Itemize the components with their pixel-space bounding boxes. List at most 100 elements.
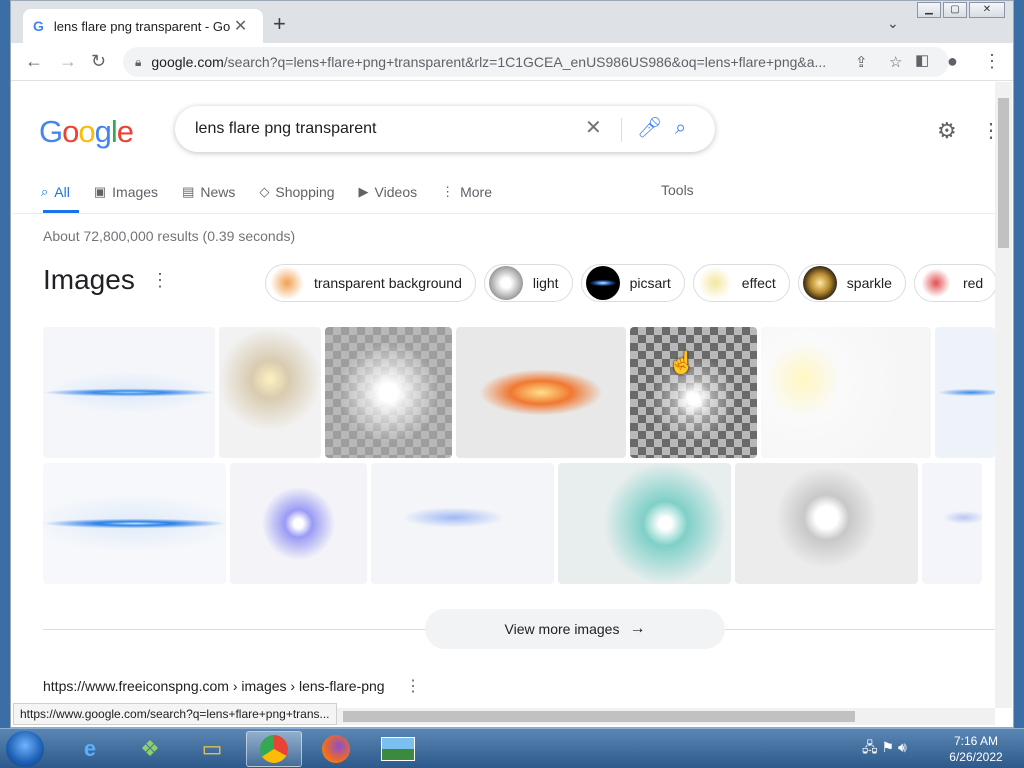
internet-explorer-icon[interactable]: e [62,731,118,767]
image-row [43,327,995,458]
search-input[interactable]: lens flare png transparent [195,120,573,138]
bookmark-star-icon[interactable]: ☆ [889,53,902,71]
chip-light[interactable]: light [483,264,573,302]
arrow-right-icon: → [629,620,646,637]
chrome-logo-icon [260,735,288,763]
status-bubble: https://www.google.com/search?q=lens+fla… [13,703,337,725]
flare-glow [325,327,452,458]
tab-label: Videos [374,184,418,200]
microphone-icon[interactable]: 🎤︎ [637,118,662,138]
chip-effect[interactable]: effect [692,264,790,302]
image-thumbnail[interactable] [761,327,931,458]
chip-label: effect [741,275,776,291]
minimize-button[interactable]: ▁ [917,2,941,18]
browser-window: G lens flare png transparent - Goog ✕ + … [10,0,1014,728]
side-panel-icon[interactable]: ◧ [915,51,929,71]
close-tab-icon[interactable]: ✕ [234,16,247,36]
chrome-menu-icon[interactable]: ⋮ [983,51,1001,71]
windows-taskbar: e ❖ ▭ 🖧 ⚑ 🔊︎ 7:16 AM 6/26/2022 [0,728,1024,768]
clear-search-icon[interactable]: ✕ [585,118,602,138]
image-thumbnail[interactable] [630,327,757,458]
lock-icon[interactable]: 🔒︎ [135,55,141,70]
tab-videos[interactable]: ▶ Videos [359,180,418,204]
result-cite[interactable]: https://www.freeiconspng.com › images › … [43,678,385,694]
chip-label: light [532,275,559,291]
logo-letter: G [39,114,63,149]
chip-sparkle[interactable]: sparkle [797,264,906,302]
view-more-images-button[interactable]: View more images → [425,609,725,649]
apps-menu-icon[interactable]: ⋮ [981,118,995,143]
image-thumbnail[interactable] [325,327,452,458]
image-thumbnail[interactable] [735,463,918,584]
tab-shopping[interactable]: ◇ Shopping [259,180,334,204]
back-arrow-icon[interactable]: ← [25,51,43,71]
image-thumbnail[interactable] [558,463,731,584]
taskbar-clock[interactable]: 7:16 AM 6/26/2022 [936,733,1016,765]
forward-arrow-icon[interactable]: → [59,51,77,71]
search-tabs: ⌕ All ▣ Images ▤ News ◇ Shopping ▶ Videos ⋮ Mo… [41,180,516,214]
tab-more[interactable]: ⋮ More [441,180,492,204]
chip-thumbnail [802,266,837,300]
chip-label: transparent background [314,275,462,291]
chip-label: sparkle [846,275,892,291]
image-thumbnail[interactable] [230,463,367,584]
tab-label: Images [112,184,159,200]
logo-letter: e [116,114,134,149]
chip-thumbnail [697,266,732,300]
tab-all[interactable]: ⌕ All [41,180,70,204]
address-bar[interactable]: 🔒︎ google.com/search?q=lens+flare+png+tr… [123,47,949,77]
vertical-scrollbar[interactable] [995,82,1012,708]
chip-picsart[interactable]: picsart [580,264,685,302]
result-options-icon[interactable]: ⋮ [405,676,421,696]
search-box[interactable]: lens flare png transparent ✕ 🎤︎ ⌕ [175,106,715,152]
action-center-flag-icon[interactable]: ⚑ [882,739,895,755]
logo-letter: o [62,114,79,149]
url-text[interactable]: google.com/search?q=lens+flare+png+trans… [151,54,831,70]
chip-label: picsart [629,275,671,291]
reload-icon[interactable]: ↻ [91,51,106,71]
horizontal-scroll-thumb[interactable] [343,711,855,722]
google-logo[interactable]: Google [39,114,134,150]
chip-red[interactable]: red [913,264,995,302]
close-window-button[interactable]: ✕ [969,2,1005,18]
image-thumbnail[interactable] [43,327,215,458]
firefox-icon[interactable] [308,731,364,767]
flare-glow [630,327,757,458]
tab-title: lens flare png transparent - Goog [53,18,230,34]
chip-transparent-background[interactable]: transparent background [265,264,476,302]
tab-search-chevron-icon[interactable]: ⌄ [887,15,899,32]
share-icon[interactable]: ⇪ [855,53,868,71]
browser-tab[interactable]: G lens flare png transparent - Goog ✕ [23,9,263,43]
search-divider [621,118,622,142]
file-explorer-icon[interactable]: ▭ [184,731,240,767]
image-thumbnail[interactable] [456,327,626,458]
new-tab-button[interactable]: + [273,13,286,35]
settings-gear-icon[interactable]: ⚙ [937,118,957,144]
maximize-button[interactable]: ▢ [943,2,967,18]
vertical-scroll-thumb[interactable] [998,98,1009,248]
start-button[interactable] [6,731,44,767]
search-icon[interactable]: ⌕ [675,118,686,138]
chip-thumbnail [270,266,304,300]
image-thumbnail[interactable] [43,463,226,584]
tab-news[interactable]: ▤ News [182,180,235,204]
hand-cursor-icon: ☝ [668,350,696,375]
control-panel-icon[interactable]: ❖ [122,731,178,767]
system-tray: 🖧 ⚑ 🔊︎ [862,737,907,761]
profile-avatar-icon[interactable]: ● [947,51,958,71]
tab-label: Shopping [275,184,335,200]
images-more-options-icon[interactable]: ⋮ [151,270,169,291]
chrome-taskbar-icon[interactable] [246,731,302,767]
tools-button[interactable]: Tools [661,182,694,198]
image-thumbnail[interactable] [371,463,554,584]
image-thumbnail[interactable] [935,327,995,458]
tab-images[interactable]: ▣ Images [94,180,158,204]
volume-icon[interactable]: 🔊︎ [898,739,907,755]
firefox-logo-icon [322,735,350,763]
photos-icon[interactable] [370,731,426,767]
news-icon: ▤ [182,184,195,199]
google-favicon-icon: G [33,18,44,34]
image-thumbnail[interactable] [922,463,982,584]
image-thumbnail[interactable] [219,327,321,458]
network-icon[interactable]: 🖧 [862,739,878,755]
